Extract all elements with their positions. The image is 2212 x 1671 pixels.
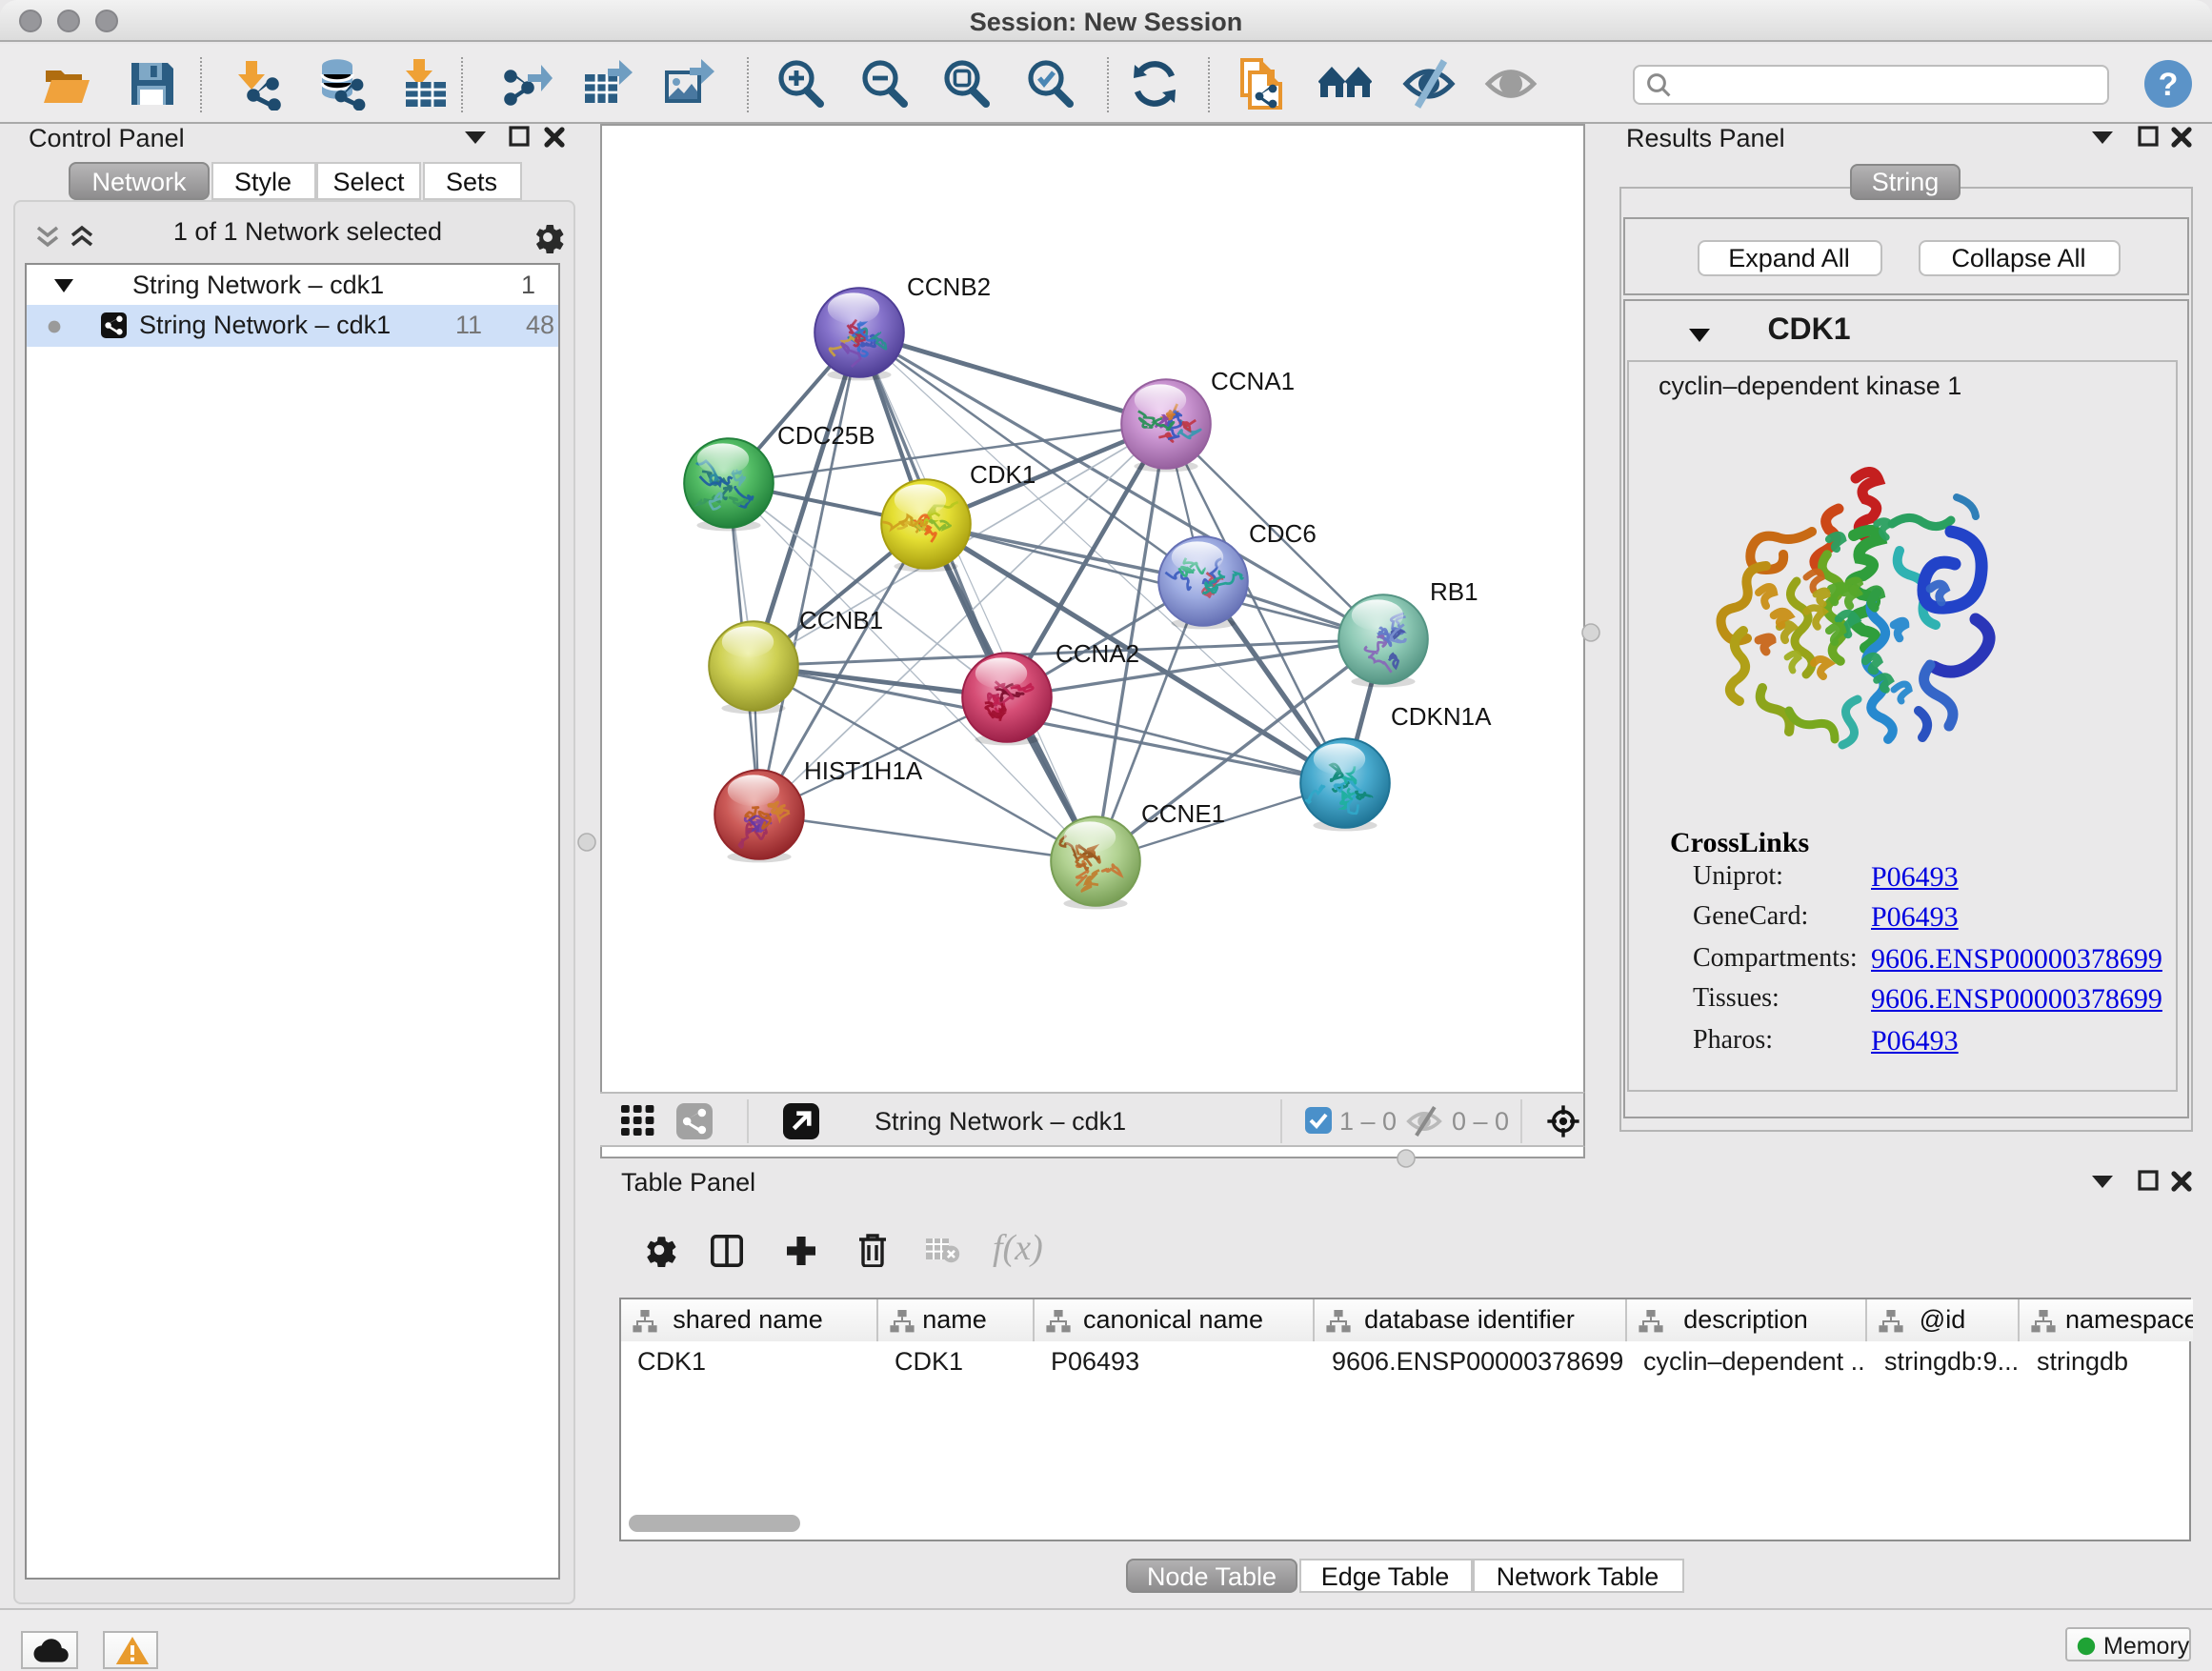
- svg-text:CCNA2: CCNA2: [1056, 639, 1139, 668]
- svg-text:CCNA1: CCNA1: [1211, 367, 1295, 395]
- svg-text:RB1: RB1: [1430, 577, 1478, 606]
- svg-text:CCNE1: CCNE1: [1141, 799, 1225, 828]
- svg-text:CDC6: CDC6: [1249, 519, 1317, 548]
- svg-text:CCNB2: CCNB2: [907, 272, 991, 301]
- svg-text:CDC25B: CDC25B: [777, 421, 875, 450]
- svg-text:CCNB1: CCNB1: [799, 606, 883, 634]
- svg-text:CDKN1A: CDKN1A: [1391, 702, 1492, 731]
- svg-text:CDK1: CDK1: [970, 460, 1036, 489]
- svg-text:HIST1H1A: HIST1H1A: [804, 756, 923, 785]
- svg-text:?: ?: [2159, 66, 2179, 102]
